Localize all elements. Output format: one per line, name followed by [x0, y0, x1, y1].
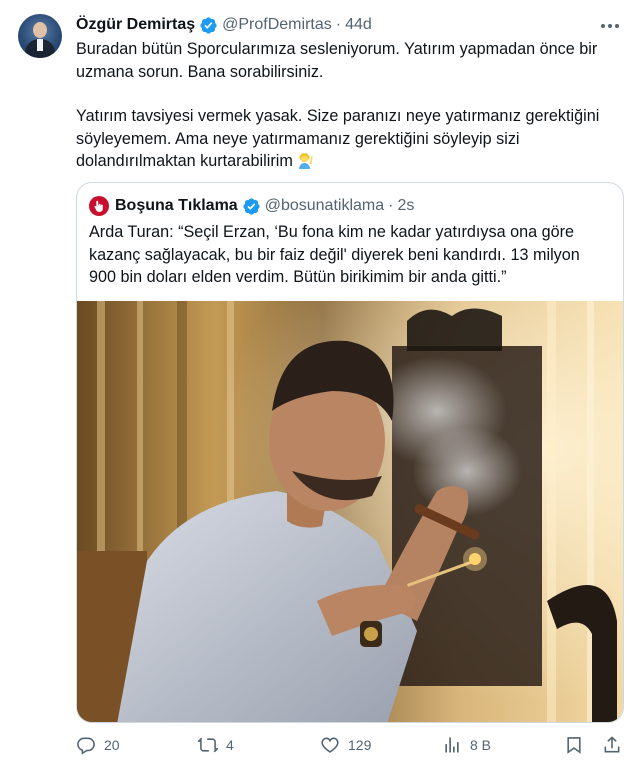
more-options-icon[interactable]: [598, 14, 622, 38]
verified-badge-icon[interactable]: [242, 197, 261, 216]
quoted-line: Arda Turan: “Seçil Erzan, ‘Bu fona kim n…: [89, 223, 574, 241]
quoted-line: kazanç sağlayacak, bu bir faiz değil' di…: [89, 245, 580, 264]
quoted-time[interactable]: 2s: [397, 197, 414, 215]
tweet-line-last: dolandırılmaktan kurtarabilirim: [76, 150, 624, 173]
author-handle[interactable]: @ProfDemirtas: [222, 16, 332, 34]
views-button[interactable]: 8 B: [442, 730, 491, 760]
header-separator: ·: [335, 16, 342, 33]
quoted-avatar[interactable]: [89, 196, 109, 216]
avatar-shirt: [37, 39, 43, 51]
more-dot: [608, 24, 612, 28]
reply-button[interactable]: 20: [76, 730, 120, 760]
quoted-author-handle[interactable]: @bosunatiklama: [265, 197, 384, 215]
share-button[interactable]: [602, 730, 622, 760]
repost-count: 4: [226, 737, 234, 753]
share-icon: [604, 736, 620, 753]
quoted-photo[interactable]: [77, 301, 624, 723]
quoted-line: 900 bin doları elden verdim. Bütün birik…: [89, 268, 507, 286]
heart-icon: [321, 737, 339, 753]
author-avatar[interactable]: [18, 14, 62, 58]
quoted-tweet[interactable]: Boşuna Tıklama @bosunatiklama · 2s Arda …: [76, 182, 624, 723]
bookmark-icon: [567, 737, 581, 754]
reply-icon: [77, 737, 95, 755]
tweet-line: uzmana sorun. Bana sorabilirsiniz.: [76, 62, 324, 81]
analytics-icon: [445, 737, 459, 753]
person-raising-hand-emoji-icon: [298, 153, 313, 169]
tweet-line-text: dolandırılmaktan kurtarabilirim: [76, 152, 293, 170]
avatar-head: [33, 22, 47, 38]
tweet-actions: 20 4 129 8 B: [76, 730, 624, 760]
repost-button[interactable]: 4: [198, 730, 234, 760]
quoted-text: Arda Turan: “Seçil Erzan, ‘Bu fona kim n…: [89, 221, 611, 289]
author-name[interactable]: Özgür Demirtaş: [76, 16, 195, 34]
tweet-header: Özgür Demirtaş @ProfDemirtas · 44d: [76, 14, 372, 36]
reply-count: 20: [104, 737, 120, 753]
views-count: 8 B: [470, 737, 492, 753]
more-dot: [615, 24, 619, 28]
tweet-line: söyleyemem. Ama neye yatırmamanız gerekt…: [76, 129, 520, 148]
tweet-line: Yatırım tavsiyesi vermek yasak. Size par…: [76, 107, 600, 125]
like-button[interactable]: 129: [320, 730, 371, 760]
verified-badge-icon[interactable]: [199, 16, 218, 35]
more-dot: [601, 24, 605, 28]
quoted-header: Boşuna Tıklama @bosunatiklama · 2s: [89, 195, 414, 217]
quoted-author-name[interactable]: Boşuna Tıklama: [115, 197, 238, 215]
tweet-line: Buradan bütün Sporcularımıza sesleniyoru…: [76, 40, 598, 58]
tweet-time[interactable]: 44d: [345, 16, 372, 34]
like-count: 129: [348, 737, 372, 753]
tweet-text: Buradan bütün Sporcularımıza sesleniyoru…: [76, 38, 624, 173]
bookmark-button[interactable]: [564, 730, 584, 760]
hand-cursor-icon: [94, 200, 103, 212]
tweet[interactable]: Özgür Demirtaş @ProfDemirtas · 44d Burad…: [0, 0, 640, 770]
quoted-separator: ·: [388, 197, 394, 214]
repost-icon: [198, 737, 218, 753]
